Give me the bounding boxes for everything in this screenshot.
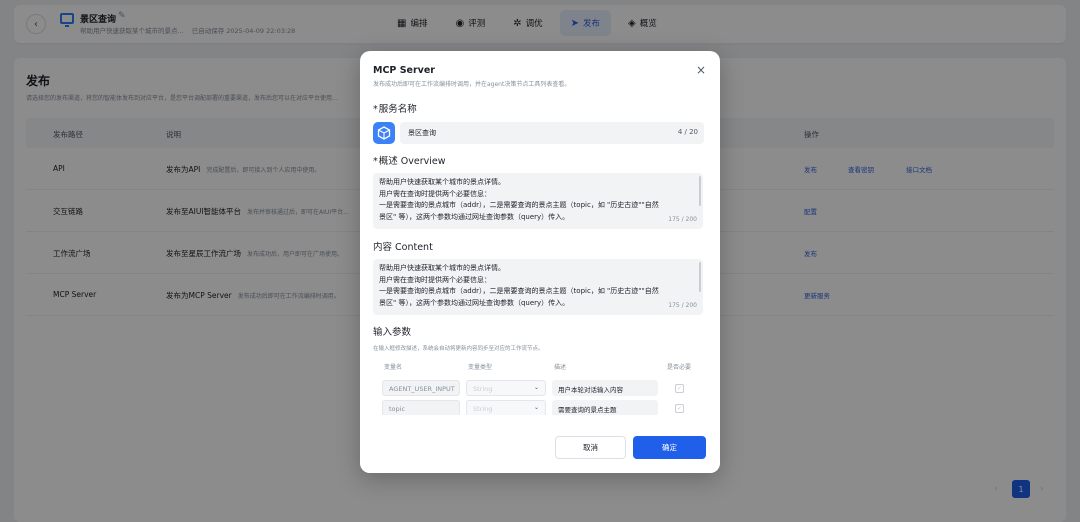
char-count: 4 / 20 — [677, 128, 698, 136]
char-count: 175 / 200 — [668, 302, 697, 309]
overview-label: *概述 Overview — [373, 153, 446, 167]
param-required-checkbox: ✓ — [675, 404, 684, 413]
param-required-checkbox: ✓ — [675, 384, 684, 393]
textarea-scrollbar[interactable] — [699, 262, 701, 292]
params-label: 输入参数 — [373, 327, 412, 338]
param-col-required: 是否必要 — [667, 364, 692, 371]
overview-line: 一是需要查询的景点城市（addr），二是需要查询的景点主题（topic，如 "历… — [379, 201, 659, 209]
param-type-select: String ⌄ — [466, 400, 546, 415]
param-desc-input[interactable]: 用户本轮对话输入内容 — [552, 380, 658, 396]
param-type-value: String — [473, 385, 493, 393]
mcp-server-dialog: MCP Server 发布成功后即可在工作流编排时调用，并在agent决策节点工… — [360, 51, 720, 473]
required-mark: * — [373, 156, 378, 167]
textarea-scrollbar[interactable] — [699, 176, 701, 206]
param-col-type: 变量类型 — [468, 364, 493, 371]
dialog-subtitle: 发布成功后即可在工作流编排时调用，并在agent决策节点工具列表查看。 — [373, 81, 571, 88]
content-line: 帮助用户快速获取某个城市的景点详情。 — [379, 264, 505, 272]
close-icon[interactable]: × — [696, 63, 706, 77]
service-avatar-icon[interactable] — [373, 122, 395, 144]
content-line: 用户需在查询时提供两个必要信息： — [379, 275, 491, 284]
content-label: 内容 Content — [373, 242, 433, 253]
overview-line: 用户需在查询时提供两个必要信息： — [379, 189, 491, 198]
param-type-value: String — [473, 405, 493, 413]
param-desc-input[interactable]: 需要查询的景点主题 — [552, 400, 658, 415]
service-name-value: 景区查询 — [408, 129, 436, 137]
overview-line: 帮助用户快速获取某个城市的景点详情。 — [379, 178, 505, 186]
overview-label-text: 概述 Overview — [378, 156, 446, 167]
chevron-down-icon: ⌄ — [533, 384, 539, 391]
dialog-title: MCP Server — [373, 65, 435, 76]
required-mark: * — [373, 104, 378, 115]
param-name-field: topic — [382, 400, 460, 415]
dialog-footer: 取消 确定 — [360, 415, 720, 473]
content-line: 一是需要查询的景点城市（addr），二是需要查询的景点主题（topic，如 "历… — [379, 287, 659, 295]
char-count: 175 / 200 — [668, 216, 697, 223]
cube-icon — [377, 126, 391, 140]
chevron-down-icon: ⌄ — [533, 404, 539, 411]
dialog-body[interactable]: *服务名称 景区查询 4 / 20 *概述 Overview 帮助用户快速获取某… — [360, 95, 720, 415]
service-name-label: *服务名称 — [373, 101, 417, 115]
service-name-input[interactable]: 景区查询 4 / 20 — [400, 122, 704, 144]
overview-textarea[interactable]: 帮助用户快速获取某个城市的景点详情。 用户需在查询时提供两个必要信息： 一是需要… — [373, 173, 703, 229]
overview-line: 景区" 等），这两个参数均通过网址查询参数（query）传入。 — [379, 212, 570, 221]
param-col-desc: 描述 — [554, 364, 567, 371]
service-name-label-text: 服务名称 — [378, 104, 417, 115]
content-textarea[interactable]: 帮助用户快速获取某个城市的景点详情。 用户需在查询时提供两个必要信息： 一是需要… — [373, 259, 703, 315]
param-col-name: 变量名 — [384, 364, 403, 371]
content-line: 景区" 等），这两个参数均通过网址查询参数（query）传入。 — [379, 298, 570, 307]
cancel-button[interactable]: 取消 — [555, 436, 626, 459]
confirm-button[interactable]: 确定 — [633, 436, 706, 459]
param-type-select: String ⌄ — [466, 380, 546, 396]
params-description: 在输入框修改描述，系统会自动将更新内容同步至对应的工作流节点。 — [373, 346, 544, 352]
param-name-field: AGENT_USER_INPUT — [382, 380, 460, 396]
